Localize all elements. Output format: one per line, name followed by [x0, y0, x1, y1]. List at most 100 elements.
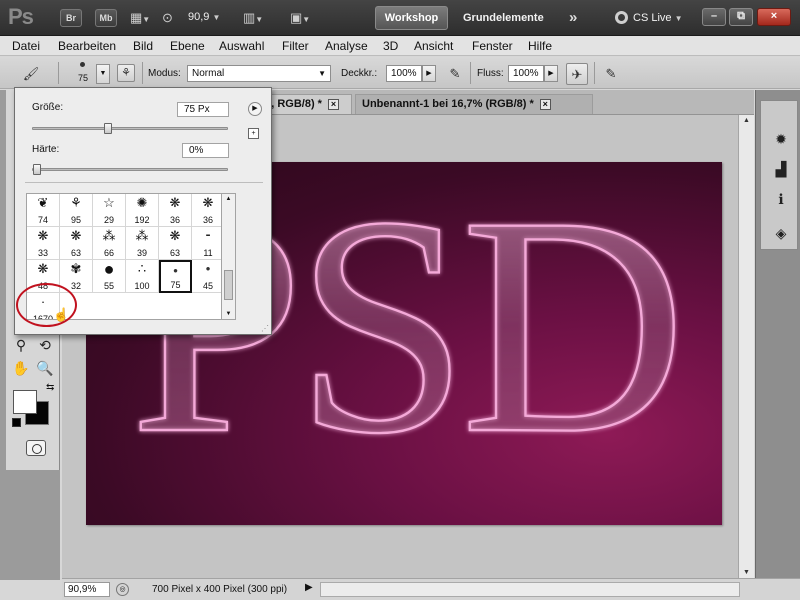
navigator-icon[interactable]: ✹	[771, 129, 791, 149]
bridge-button[interactable]: Br	[60, 9, 82, 27]
soft-round-brush-icon: •	[205, 261, 211, 276]
workspace-button[interactable]: Workshop	[375, 6, 448, 30]
zoom-tool-icon[interactable]: ⊙	[162, 10, 173, 26]
opacity-slider-button[interactable]: ▶	[422, 65, 436, 82]
menu-analyse[interactable]: Analyse	[325, 39, 368, 53]
resize-grip-icon[interactable]: ⋰	[261, 324, 269, 333]
info-icon[interactable]: ℹ	[771, 189, 791, 209]
brush-preset-cell[interactable]: ❋ 33	[27, 227, 60, 260]
flow-slider-button[interactable]: ▶	[544, 65, 558, 82]
cs-live-button[interactable]: CS Live ▼	[615, 11, 683, 24]
spatter-brush-icon: ⁂	[102, 228, 116, 243]
horizontal-scrollbar[interactable]	[320, 582, 740, 597]
hardness-slider[interactable]	[32, 164, 228, 175]
brush-preset-picker[interactable]: 75	[74, 60, 92, 86]
brush-preset-cell[interactable]: ⁂ 39	[126, 227, 159, 260]
more-workspaces-button[interactable]: »	[569, 9, 577, 26]
brush-preset-cell[interactable]: • 45	[192, 260, 221, 293]
menu-ebene[interactable]: Ebene	[170, 39, 205, 53]
flow-input[interactable]: 100%	[508, 65, 544, 82]
menu-bearbeiten[interactable]: Bearbeiten	[58, 39, 116, 53]
close-button[interactable]: ×	[757, 8, 791, 26]
brush-preset-cell[interactable]: ∴ 100	[126, 260, 159, 293]
brush-preset-cell[interactable]: ☆ 29	[93, 194, 126, 227]
cs-live-label: CS Live	[633, 12, 672, 24]
document-tab-unbenannt[interactable]: Unbenannt-1 bei 16,7% (RGB/8) * ×	[355, 94, 593, 114]
quick-mask-button[interactable]	[26, 440, 46, 456]
menu-hilfe[interactable]: Hilfe	[528, 39, 552, 53]
hand-pointer-icon: ☝	[53, 307, 70, 322]
zoom-tool-icon[interactable]: 🔍	[34, 358, 56, 378]
menu-datei[interactable]: Datei	[12, 39, 40, 53]
menu-ansicht[interactable]: Ansicht	[414, 39, 453, 53]
new-preset-icon[interactable]: +	[248, 128, 259, 139]
menu-filter[interactable]: Filter	[282, 39, 309, 53]
scroll-up-icon[interactable]: ▲	[224, 196, 233, 202]
airbrush-icon[interactable]: ✈	[566, 63, 588, 85]
minimize-button[interactable]: –	[702, 8, 726, 26]
opacity-input[interactable]: 100%	[386, 65, 422, 82]
brush-preset-cell[interactable]: ❋ 36	[192, 194, 221, 227]
arrange-documents-icon[interactable]: ▥▼	[243, 10, 263, 28]
status-bar: 90,9% ◎ 700 Pixel x 400 Pixel (300 ppi) …	[62, 578, 800, 600]
brush-picker-dropdown[interactable]: ▼	[96, 64, 110, 84]
hardness-input[interactable]: 0%	[182, 143, 229, 158]
brush-preset-size: 39	[136, 248, 147, 258]
brush-grid-scrollbar[interactable]: ▲ ▼	[222, 193, 236, 320]
brush-preset-cell[interactable]: ❋ 36	[159, 194, 192, 227]
menu-fenster[interactable]: Fenster	[472, 39, 513, 53]
status-zoom-input[interactable]: 90,9%	[64, 582, 110, 597]
brush-preset-cell[interactable]: ⁃ 11	[192, 227, 221, 260]
foreground-color-swatch[interactable]	[13, 390, 37, 414]
scroll-down-icon[interactable]: ▼	[224, 311, 233, 317]
cs-live-status-icon[interactable]: ◎	[116, 583, 129, 596]
status-menu-arrow[interactable]: ▶	[305, 582, 313, 593]
mode-select[interactable]: Normal ▼	[187, 65, 331, 82]
pressure-size-icon[interactable]: ✎	[600, 63, 622, 85]
brush-preset-cell[interactable]: • 75	[159, 260, 192, 293]
restore-button[interactable]: ⧉	[729, 8, 753, 26]
brush-panel-toggle-icon[interactable]: ⚘	[117, 64, 135, 82]
pressure-opacity-icon[interactable]: ✎	[444, 63, 466, 85]
size-slider[interactable]	[32, 123, 228, 134]
scroll-up-icon[interactable]: ▲	[741, 117, 752, 124]
brush-preset-cell[interactable]: ⚘ 95	[60, 194, 93, 227]
brush-preset-size: 55	[103, 281, 114, 291]
spray-brush-icon: ∴	[137, 261, 147, 276]
path-selection-tool-icon[interactable]: ⚲	[10, 335, 32, 355]
flow-label: Fluss:	[477, 68, 504, 79]
swap-colors-icon[interactable]: ⇆	[46, 382, 54, 393]
3d-rotate-tool-icon[interactable]: ⟲	[34, 335, 56, 355]
brush-preset-cell[interactable]: ❋ 63	[60, 227, 93, 260]
brush-preset-cell[interactable]: ✺ 192	[126, 194, 159, 227]
menu-3d[interactable]: 3D	[383, 39, 398, 53]
brush-preset-cell[interactable]: ❋ 63	[159, 227, 192, 260]
view-extras-icon[interactable]: ▦▼	[130, 10, 150, 28]
scroll-down-icon[interactable]: ▼	[741, 569, 752, 576]
close-tab-icon[interactable]: ×	[539, 99, 551, 110]
brush-picker-menu-icon[interactable]: ▶	[248, 102, 262, 116]
zoom-level[interactable]: 90,9 ▼	[188, 11, 220, 23]
brush-preset-cell[interactable]: ⁂ 66	[93, 227, 126, 260]
hard-round-brush-icon: ●	[103, 259, 115, 279]
workspace-grundelemente[interactable]: Grundelemente	[463, 12, 544, 24]
close-tab-icon[interactable]: ×	[327, 99, 339, 110]
layers-icon[interactable]: ◈	[771, 223, 791, 243]
default-colors-icon[interactable]	[12, 418, 21, 427]
hardness-slider-thumb[interactable]	[33, 164, 41, 175]
menu-bild[interactable]: Bild	[133, 39, 153, 53]
hand-tool-icon[interactable]: ✋	[10, 358, 32, 378]
scroll-thumb[interactable]	[224, 270, 233, 300]
mode-label: Modus:	[148, 68, 181, 79]
size-input[interactable]: 75 Px	[177, 102, 229, 117]
brush-preset-cell[interactable]: ❦ 74	[27, 194, 60, 227]
brush-tool-icon[interactable]: 🖌	[20, 63, 42, 85]
vertical-scrollbar[interactable]: ▲ ▼	[738, 115, 754, 578]
menu-auswahl[interactable]: Auswahl	[219, 39, 264, 53]
screen-mode-icon[interactable]: ▣▼	[290, 10, 310, 28]
brush-preset-cell[interactable]: ● 55	[93, 260, 126, 293]
minibridge-button[interactable]: Mb	[95, 9, 117, 27]
size-slider-thumb[interactable]	[104, 123, 112, 134]
spatter-brush-icon: ⁂	[135, 228, 149, 243]
histogram-icon[interactable]: ▟	[771, 159, 791, 179]
